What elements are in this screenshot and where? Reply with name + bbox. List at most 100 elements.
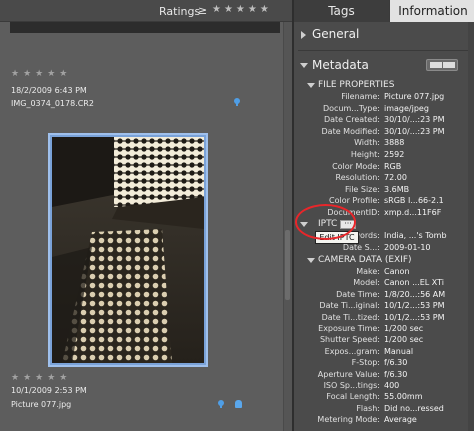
metadata-row: Model: Canon ...EL XTi	[294, 278, 468, 289]
metadata-field-label: Resolution:	[335, 173, 381, 183]
general-section-header[interactable]: General	[294, 25, 474, 43]
metadata-field-label: Model:	[353, 278, 380, 288]
information-panel: Tags Information General Metadata FILE P…	[292, 0, 474, 431]
metadata-field-value: 1/200 sec	[384, 335, 424, 345]
metadata-row: Docum...Type: image/jpeg	[294, 104, 468, 115]
thumbnail-rating-stars[interactable]: ★★★★★	[11, 69, 71, 79]
metadata-field-value: image/jpeg	[384, 103, 429, 113]
thumbnail-filename: Picture 077.jpg	[11, 400, 72, 409]
metadata-row: Date Modified: 30/10/...:23 PM	[294, 127, 468, 138]
metadata-field-label: Date Modified:	[321, 126, 381, 136]
collapse-arrow-icon[interactable]	[307, 258, 315, 263]
ratings-label: Ratings	[159, 5, 201, 18]
metadata-row: File Size: 3.6MB	[294, 185, 468, 196]
metadata-field-value: Picture 077.jpg	[384, 92, 445, 101]
metadata-row: Date S...: 2009-01-10	[294, 243, 468, 254]
tab-information[interactable]: Information	[390, 0, 474, 22]
metadata-field-value: 2592	[384, 150, 405, 159]
metadata-field-label: Color Profile:	[329, 196, 380, 206]
location-pin-icon[interactable]	[234, 98, 240, 106]
file-properties-label: FILE PROPERTIES	[318, 80, 395, 90]
general-label: General	[312, 27, 360, 41]
metadata-field-label: Aperture Value:	[317, 369, 380, 379]
metadata-field-value: Canon	[384, 267, 410, 276]
metadata-field-value: 30/10/...:23 PM	[384, 115, 445, 125]
metadata-field-label: Date Ti...iginal:	[319, 301, 380, 311]
metadata-row: Date Ti...iginal: 10/1/2...:53 PM	[294, 301, 468, 312]
metadata-field-value: f/6.30	[384, 358, 408, 368]
panel-tabs: Tags Information	[294, 0, 474, 22]
metadata-row: Flash: Did no...ressed	[294, 404, 468, 415]
metadata-field-value: RGB	[384, 161, 402, 171]
ratings-operator[interactable]: ≥	[198, 4, 207, 17]
browser-scrollbar-thumb[interactable]	[285, 230, 290, 300]
metadata-field-label: Height:	[350, 150, 380, 159]
metadata-label: Metadata	[312, 58, 369, 72]
metadata-field-label: F-Stop:	[351, 358, 380, 368]
metadata-field-label: Exposure Time:	[318, 324, 380, 333]
metadata-field-label: Filename:	[341, 92, 380, 101]
metadata-field-value: sRGB I...66-2.1	[384, 196, 444, 206]
highlight-circle-annotation	[295, 204, 356, 240]
thumbnail-filename: IMG_0374_0178.CR2	[11, 99, 94, 108]
metadata-field-label: Metering Mode:	[317, 415, 380, 425]
section-divider	[298, 50, 470, 51]
metadata-field-value: India, ...'s Tomb	[384, 231, 447, 240]
metadata-field-value: 1/200 sec	[384, 324, 424, 333]
metadata-field-label: Flash:	[356, 403, 380, 413]
metadata-field-label: Date Time:	[336, 289, 380, 299]
metadata-field-label: Docum...Type:	[322, 103, 380, 113]
thumbnail-rating-stars[interactable]: ★★★★★	[11, 373, 71, 383]
metadata-row: F-Stop: f/6.30	[294, 358, 468, 369]
metadata-field-label: Width:	[354, 138, 380, 148]
metadata-field-label: ISO Sp...tings:	[323, 381, 380, 390]
metadata-row: Expos...gram: Manual	[294, 347, 468, 358]
metadata-field-label: Date Created:	[323, 115, 380, 125]
camera-data-header[interactable]: CAMERA DATA (EXIF)	[294, 255, 468, 267]
metadata-field-value: 55.00mm	[384, 392, 423, 402]
metadata-field-value: 400	[384, 381, 400, 390]
metadata-field-value: Manual	[384, 346, 414, 356]
collapse-arrow-icon[interactable]	[300, 63, 308, 68]
metadata-field-label: File Size:	[344, 184, 380, 194]
complete-view-icon[interactable]	[443, 62, 455, 68]
metadata-row: Resolution: 72.00	[294, 173, 468, 184]
metadata-row: Shutter Speed: 1/200 sec	[294, 335, 468, 346]
metadata-field-label: Focal Length:	[326, 392, 380, 402]
metadata-view-toggle[interactable]	[426, 59, 458, 71]
location-pin-icon[interactable]	[218, 400, 224, 408]
metadata-row: Focal Length: 55.00mm	[294, 392, 468, 403]
metadata-field-value: f/6.30	[384, 369, 408, 379]
panel-scrollbar[interactable]	[468, 22, 474, 431]
previous-thumbnail-edge	[10, 22, 280, 33]
metadata-field-value: 1/8/20...:56 AM	[384, 289, 446, 299]
metadata-field-value: xmp.d...11F6F	[384, 208, 442, 217]
metadata-row: Exposure Time: 1/200 sec	[294, 324, 468, 335]
metadata-row: Height: 2592	[294, 150, 468, 161]
file-properties-header[interactable]: FILE PROPERTIES	[294, 80, 468, 92]
metadata-row: Date Ti...tized: 10/1/2...:53 PM	[294, 313, 468, 324]
thumbnail-photo[interactable]	[52, 137, 204, 363]
brief-view-icon[interactable]	[430, 62, 442, 68]
metadata-field-label: Color Mode:	[332, 161, 380, 171]
metadata-field-value: 30/10/...:23 PM	[384, 126, 445, 136]
metadata-field-label: Expos...gram:	[324, 346, 380, 356]
metadata-field-label: Make:	[356, 267, 380, 276]
metadata-row: Metering Mode: Average	[294, 415, 468, 426]
metadata-row: Color Mode: RGB	[294, 162, 468, 173]
browser-scrollbar[interactable]	[283, 22, 292, 431]
metadata-field-value: Canon ...EL XTi	[384, 278, 444, 288]
ratings-filter-bar: Ratings ≥ ★★★★★	[0, 0, 292, 22]
metadata-section-header[interactable]: Metadata	[294, 56, 474, 74]
metadata-field-value: 10/1/2...:53 PM	[384, 301, 445, 311]
metadata-row: ISO Sp...tings: 400	[294, 381, 468, 392]
keyword-tag-icon[interactable]	[235, 400, 242, 408]
metadata-row: Width: 3888	[294, 138, 468, 149]
expand-arrow-icon[interactable]	[301, 31, 306, 39]
tab-tags[interactable]: Tags	[294, 0, 389, 22]
media-browser: Ratings ≥ ★★★★★ ★★★★★ 18/2/2009 6:43 PM …	[0, 0, 292, 431]
metadata-row: Aperture Value: f/6.30	[294, 370, 468, 381]
collapse-arrow-icon[interactable]	[307, 83, 315, 88]
ratings-filter-stars[interactable]: ★★★★★	[212, 4, 272, 15]
metadata-field-value: Average	[384, 415, 417, 425]
